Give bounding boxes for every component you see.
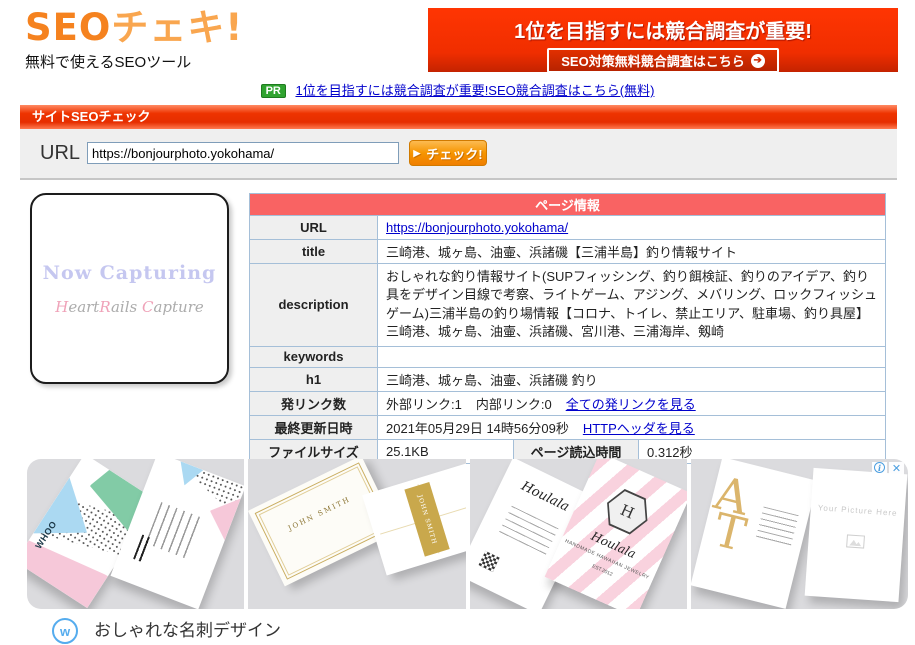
ad-controls: i ✕	[872, 462, 904, 477]
outlinks-row-value: 外部リンク:1 内部リンク:0 全ての発リンクを見る	[378, 391, 886, 415]
page-info-table: ページ情報 URL https://bonjourphoto.yokohama/…	[249, 193, 886, 464]
logo-text-cheki: チェキ!	[111, 6, 243, 49]
capture-letter: eart	[68, 298, 99, 316]
ad-caption[interactable]: w おしゃれな名刺デザイン whoo	[52, 616, 281, 645]
capture-provider-text: HeartRails Capture	[55, 298, 204, 316]
pr-ad-link[interactable]: 1位を目指すには競合調査が重要!SEO競合調査はこちら(無料)	[295, 83, 654, 98]
h1-row-value: 三崎港、城ヶ島、油壷、浜諸磯 釣り	[378, 367, 886, 391]
pr-line: PR 1位を目指すには競合調査が重要!SEO競合調査はこちら(無料)	[0, 80, 915, 99]
title-row-label: title	[250, 240, 378, 264]
capture-letter: apture	[153, 298, 203, 316]
ad-card-gold-band: JOHN SMITH	[362, 462, 465, 575]
qr-code	[478, 551, 499, 572]
ad-caption-title: おしゃれな名刺デザイン	[94, 616, 281, 641]
info-glyph: i	[874, 462, 885, 473]
ad-card-picture-placeholder: Your Picture Here	[804, 468, 907, 602]
ad-card-houlala-striped: H Houlala HANDMADE HAWAIIAN JEWELRY EST.…	[544, 459, 687, 609]
h1-row-label: h1	[250, 367, 378, 391]
text-lines-decoration	[133, 535, 152, 563]
banner-headline: 1位を目指すには競合調査が重要!	[428, 15, 898, 44]
title-row-value: 三崎港、城ヶ島、油壷、浜諸磯【三浦半島】釣り情報サイト	[378, 240, 886, 264]
site-logo[interactable]: SEOチェキ! 無料で使えるSEOツール	[25, 8, 243, 72]
logo-subtitle: 無料で使えるSEOツール	[25, 51, 243, 72]
outlinks-row-label: 発リンク数	[250, 391, 378, 415]
table-row-outlinks: 発リンク数 外部リンク:1 内部リンク:0 全ての発リンクを見る	[250, 391, 886, 415]
pr-badge: PR	[261, 84, 286, 98]
text-lines-decoration	[755, 507, 798, 549]
check-button[interactable]: ▶ チェック!	[409, 140, 487, 166]
your-picture-text: Your Picture Here	[810, 502, 905, 521]
logo-title: SEOチェキ!	[25, 8, 243, 49]
capture-letter: ails	[111, 298, 142, 316]
advertiser-logo-icon: w	[52, 618, 78, 644]
table-row-description: description おしゃれな釣り情報サイト(SUPフィッシング、釣り餌検証…	[250, 264, 886, 347]
url-row-value: https://bonjourphoto.yokohama/	[378, 216, 886, 240]
keywords-row-label: keywords	[250, 346, 378, 367]
outlinks-view-all-link[interactable]: 全ての発リンクを見る	[566, 397, 696, 412]
updated-row-label: 最終更新日時	[250, 415, 378, 439]
capture-letter: R	[99, 298, 111, 316]
section-title: サイトSEOチェック	[32, 109, 150, 124]
text-lines-decoration	[145, 502, 200, 558]
ad-panel-geometric-cards[interactable]: WHOO	[27, 459, 244, 609]
table-row-last-updated: 最終更新日時 2021年05月29日 14時56分09秒 HTTPヘッダを見る	[250, 415, 886, 439]
capture-status-text: Now Capturing	[43, 262, 217, 284]
check-button-label: チェック!	[426, 144, 482, 163]
table-row-url: URL https://bonjourphoto.yokohama/	[250, 216, 886, 240]
description-row-value: おしゃれな釣り情報サイト(SUPフィッシング、釣り餌検証、釣りのアイデア、釣り具…	[378, 264, 886, 347]
top-banner-ad[interactable]: 1位を目指すには競合調査が重要! SEO対策無料競合調査はこちら ➔	[428, 8, 898, 72]
ad-card-monogram: A T	[691, 459, 818, 609]
logo-text-seo: SEO	[25, 6, 111, 49]
banner-cta-button[interactable]: SEO対策無料競合調査はこちら ➔	[547, 48, 778, 73]
ad-close-icon[interactable]: ✕	[889, 462, 904, 477]
text-lines-decoration	[498, 506, 558, 556]
capture-letter: H	[55, 298, 68, 316]
section-title-bar: サイトSEOチェック	[20, 105, 897, 129]
capture-letter: C	[142, 298, 153, 316]
hexagon-letter: H	[600, 486, 654, 538]
outlinks-external-count: 外部リンク:1	[386, 397, 462, 412]
ad-panel-monogram-cards[interactable]: A T Your Picture Here i ✕	[691, 459, 908, 609]
ad-card-geometric-back	[110, 459, 244, 609]
hexagon-logo: H	[597, 483, 656, 540]
ad-panel-houlala-cards[interactable]: Houlala H Houlala HANDMADE HAWAIIAN JEWE…	[470, 459, 687, 609]
arrow-circle-icon: ➔	[751, 54, 765, 68]
ad-carousel: WHOO JOHN SMITH JOHN SMITH Houlala	[27, 459, 908, 609]
url-row-label: URL	[250, 216, 378, 240]
updated-datetime: 2021年05月29日 14時56分09秒	[386, 421, 569, 436]
table-header-row: ページ情報	[250, 194, 886, 216]
description-row-label: description	[250, 264, 378, 347]
table-row-keywords: keywords	[250, 346, 886, 367]
updated-row-value: 2021年05月29日 14時56分09秒 HTTPヘッダを見る	[378, 415, 886, 439]
http-header-link[interactable]: HTTPヘッダを見る	[583, 421, 695, 436]
url-input[interactable]	[87, 142, 399, 164]
ad-caption-text: おしゃれな名刺デザイン whoo	[94, 616, 281, 645]
play-triangle-icon: ▶	[413, 148, 420, 159]
ad-panel-gold-cards[interactable]: JOHN SMITH JOHN SMITH	[248, 459, 465, 609]
john-smith-name: JOHN SMITH	[416, 494, 438, 545]
url-link[interactable]: https://bonjourphoto.yokohama/	[386, 220, 568, 235]
keywords-row-value	[378, 346, 886, 367]
outlinks-internal-count: 内部リンク:0	[476, 397, 552, 412]
table-row-h1: h1 三崎港、城ヶ島、油壷、浜諸磯 釣り	[250, 367, 886, 391]
url-check-form: URL ▶ チェック!	[20, 129, 897, 180]
image-placeholder-icon	[846, 534, 865, 548]
banner-cta-label: SEO対策無料競合調査はこちら	[561, 51, 744, 70]
site-capture-thumbnail: Now Capturing HeartRails Capture	[30, 193, 229, 384]
ad-info-icon[interactable]: i	[872, 462, 887, 477]
table-title: ページ情報	[250, 194, 886, 216]
url-label: URL	[40, 142, 80, 165]
table-row-title: title 三崎港、城ヶ島、油壷、浜諸磯【三浦半島】釣り情報サイト	[250, 240, 886, 264]
